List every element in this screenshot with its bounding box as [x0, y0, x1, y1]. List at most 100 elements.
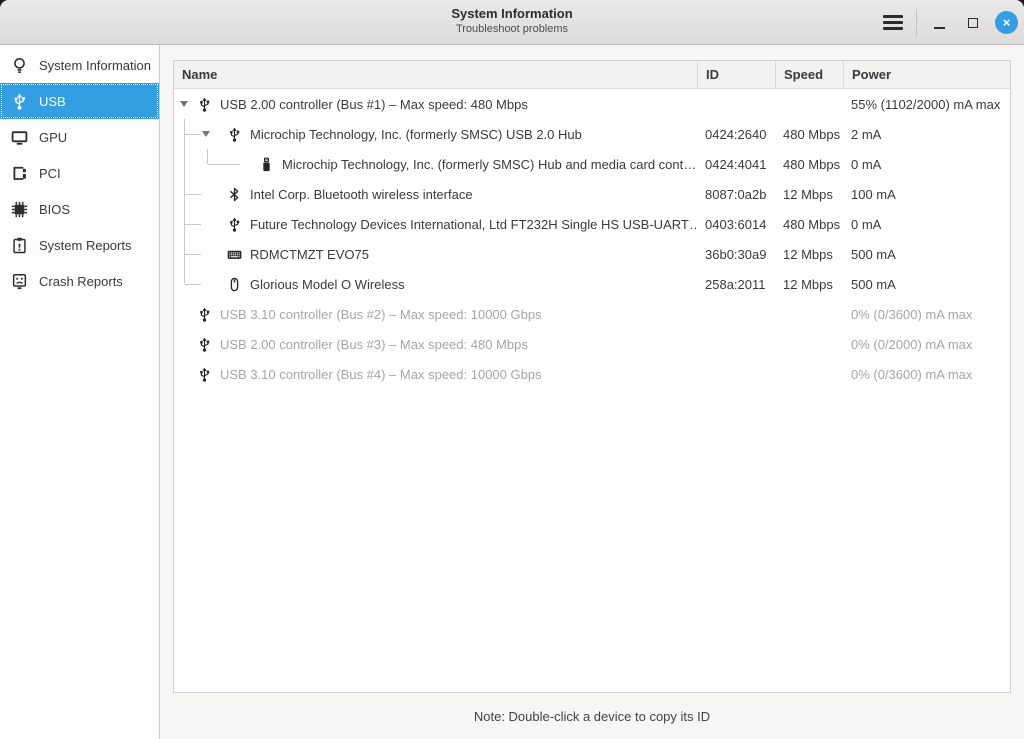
refresh-button[interactable]: [13, 9, 48, 48]
device-speed: [775, 299, 843, 329]
device-power: 0 mA: [851, 216, 882, 232]
footer-note-bar: Note: Double-click a device to copy its …: [160, 693, 1024, 739]
sidebar-item-label: PCI: [39, 165, 61, 181]
column-header-id[interactable]: ID: [697, 61, 775, 88]
sidebar-item-bios[interactable]: BIOS: [0, 191, 159, 227]
sidebar-item-system-reports[interactable]: System Reports: [0, 227, 159, 263]
tree-line: [184, 269, 185, 284]
tree-line: [184, 209, 185, 239]
tree-line: [185, 224, 201, 225]
table-row[interactable]: USB 3.10 controller (Bus #4) – Max speed…: [174, 359, 1010, 389]
sidebar-item-system-information[interactable]: System Information: [0, 47, 159, 83]
bluetooth-icon: [226, 186, 242, 202]
device-speed: 12 Mbps: [783, 186, 833, 202]
device-speed: [775, 359, 843, 389]
device-name-cell: Intel Corp. Bluetooth wireless interface: [174, 179, 697, 209]
usb-icon: [10, 92, 28, 110]
keyboard-icon: [226, 246, 242, 262]
sidebar-item-label: Crash Reports: [39, 273, 123, 289]
device-id: [697, 299, 775, 329]
tree-line: [185, 134, 201, 135]
sidebar-item-crash-reports[interactable]: Crash Reports: [0, 263, 159, 299]
tree-line: [207, 149, 208, 164]
device-name: USB 2.00 controller (Bus #3) – Max speed…: [220, 336, 528, 352]
device-speed: [775, 329, 843, 359]
device-power: 55% (1102/2000) mA max: [851, 96, 1001, 112]
device-name-cell: Microchip Technology, Inc. (formerly SMS…: [174, 149, 697, 179]
sidebar-item-pci[interactable]: PCI: [0, 155, 159, 191]
tree-line: [208, 164, 240, 165]
column-header-speed[interactable]: Speed: [775, 61, 843, 88]
clipboard-report-icon: [10, 236, 28, 254]
tree-line: [185, 284, 201, 285]
device-name-cell: USB 3.10 controller (Bus #4) – Max speed…: [174, 359, 697, 389]
device-power: 500 mA: [851, 246, 896, 262]
table-row[interactable]: Future Technology Devices International,…: [174, 209, 1010, 239]
usb-device-table: Name ID Speed Power USB 2.00 controller …: [173, 60, 1011, 693]
table-row[interactable]: Microchip Technology, Inc. (formerly SMS…: [174, 149, 1010, 179]
table-row[interactable]: USB 3.10 controller (Bus #2) – Max speed…: [174, 299, 1010, 329]
table-row[interactable]: Microchip Technology, Inc. (formerly SMS…: [174, 119, 1010, 149]
footer-note: Note: Double-click a device to copy its …: [473, 708, 711, 724]
device-id: [697, 89, 775, 119]
minimize-icon: [933, 26, 945, 29]
device-power: 0% (0/2000) mA max: [851, 336, 973, 352]
tree-line: [184, 149, 185, 179]
sidebar-item-label: GPU: [39, 129, 68, 145]
close-icon: ×: [1002, 14, 1011, 30]
sidebar-item-gpu[interactable]: GPU: [0, 119, 159, 155]
maximize-button[interactable]: [961, 10, 985, 36]
lightbulb-icon: [10, 56, 28, 74]
device-name: USB 3.10 controller (Bus #4) – Max speed…: [220, 366, 542, 382]
device-speed: 12 Mbps: [783, 246, 833, 262]
device-id: 0424:4041: [705, 156, 767, 172]
device-speed: 12 Mbps: [783, 276, 833, 292]
hamburger-menu-button[interactable]: [880, 10, 906, 36]
sidebar-item-usb[interactable]: USB: [0, 83, 159, 119]
device-id: 8087:0a2b: [705, 186, 767, 202]
table-body: USB 2.00 controller (Bus #1) – Max speed…: [174, 89, 1010, 692]
table-row[interactable]: RDMCTMZT EVO75 36b0:30a9 12 Mbps 500 mA: [174, 239, 1010, 269]
device-id: 0424:2640: [705, 126, 767, 142]
tree-line: [184, 119, 185, 149]
sidebar-item-label: System Reports: [39, 237, 132, 253]
device-name: RDMCTMZT EVO75: [250, 246, 369, 262]
close-button[interactable]: ×: [995, 11, 1018, 34]
device-speed: 480 Mbps: [783, 216, 841, 232]
main-panel: Name ID Speed Power USB 2.00 controller …: [160, 45, 1024, 739]
usb-icon: [196, 336, 212, 352]
tree-line: [185, 194, 201, 195]
tree-line: [185, 254, 201, 255]
table-row[interactable]: Glorious Model O Wireless 258a:2011 12 M…: [174, 269, 1010, 299]
table-row[interactable]: USB 2.00 controller (Bus #3) – Max speed…: [174, 329, 1010, 359]
device-id: [697, 359, 775, 389]
device-speed: 480 Mbps: [783, 126, 841, 142]
device-name: Microchip Technology, Inc. (formerly SMS…: [250, 126, 582, 142]
table-header: Name ID Speed Power: [174, 61, 1010, 89]
expander-icon[interactable]: [180, 101, 188, 107]
minimize-button[interactable]: [927, 10, 951, 36]
table-row[interactable]: USB 2.00 controller (Bus #1) – Max speed…: [174, 89, 1010, 119]
pci-card-icon: [10, 164, 28, 182]
device-name: Intel Corp. Bluetooth wireless interface: [250, 186, 473, 202]
device-name-cell: USB 3.10 controller (Bus #2) – Max speed…: [174, 299, 697, 329]
column-header-name[interactable]: Name: [174, 61, 697, 88]
usb-icon: [196, 306, 212, 322]
usb-icon: [196, 366, 212, 382]
device-power: 500 mA: [851, 276, 896, 292]
device-name-cell: Microchip Technology, Inc. (formerly SMS…: [174, 119, 697, 149]
monitor-icon: [10, 128, 28, 146]
sidebar-item-label: USB: [39, 93, 66, 109]
system-information-window: System Information Troubleshoot problems…: [0, 0, 1024, 739]
device-name-cell: Future Technology Devices International,…: [174, 209, 697, 239]
expander-icon[interactable]: [202, 131, 210, 137]
device-name: USB 2.00 controller (Bus #1) – Max speed…: [220, 96, 528, 112]
tree-line: [184, 179, 185, 209]
table-row[interactable]: Intel Corp. Bluetooth wireless interface…: [174, 179, 1010, 209]
device-power: 0% (0/3600) mA max: [851, 306, 973, 322]
titlebar-separator: [916, 8, 917, 37]
window-title: System Information: [451, 6, 573, 21]
device-name: Glorious Model O Wireless: [250, 276, 405, 292]
device-id: [697, 329, 775, 359]
column-header-power[interactable]: Power: [843, 61, 1010, 88]
